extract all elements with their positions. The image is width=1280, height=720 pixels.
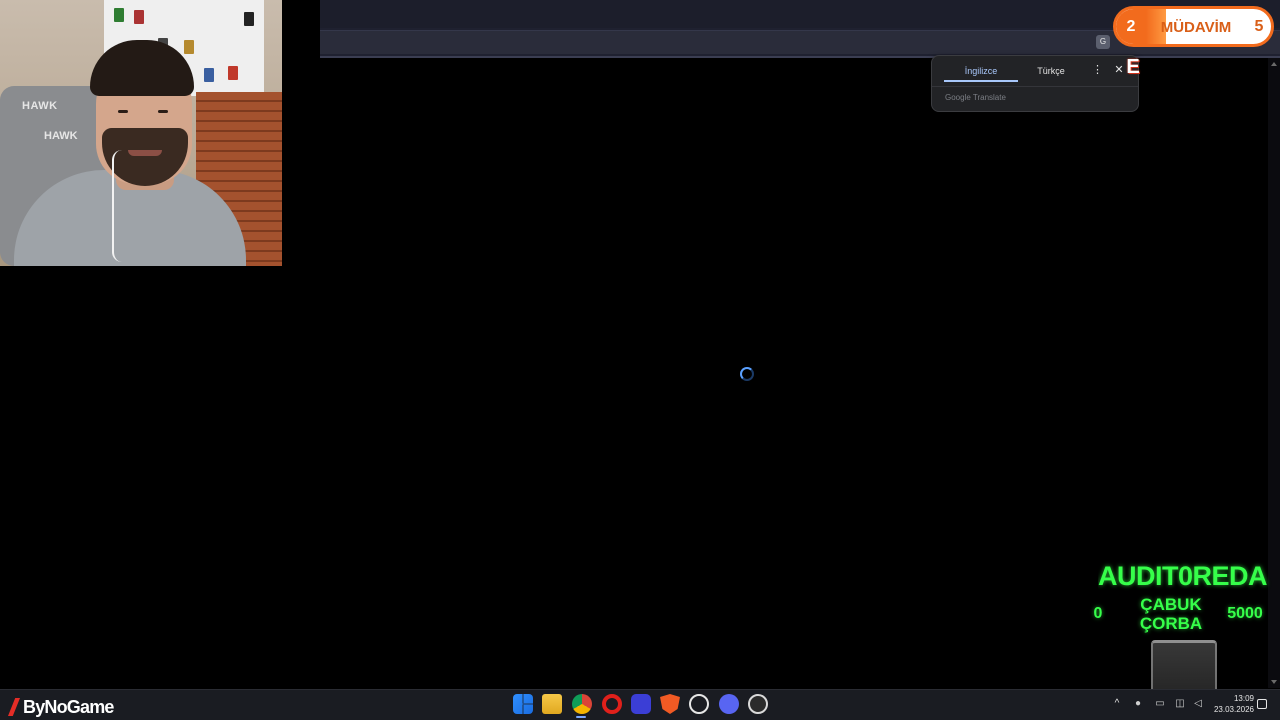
goal-username: AUDIT0REDA	[1098, 561, 1268, 591]
scroll-up-arrow-icon[interactable]	[1271, 62, 1277, 66]
file-explorer-icon[interactable]	[542, 694, 562, 714]
regular-viewer-badge: 2 MÜDAVİM 5	[1113, 6, 1274, 47]
shelf-item	[184, 40, 194, 54]
close-icon[interactable]: ✕	[1113, 62, 1125, 78]
badge-left-number: 2	[1126, 18, 1136, 35]
bynogame-logo: ByNoGame	[8, 696, 120, 718]
shelf-item	[244, 12, 254, 26]
overlay-letter: E	[1126, 56, 1140, 78]
active-app-indicator	[576, 716, 586, 718]
notification-icon[interactable]	[1257, 699, 1267, 709]
more-options-icon[interactable]: ⋮	[1092, 62, 1103, 78]
chatgpt-icon[interactable]	[689, 694, 709, 714]
clock-date[interactable]: 23.03.2026	[1206, 704, 1254, 716]
badge-name: MÜDAVİM	[1160, 19, 1232, 36]
goal-title: ÇABUK ÇORBA	[1128, 595, 1214, 635]
translate-icon[interactable]: G	[1096, 35, 1110, 49]
page-scrollbar[interactable]	[1268, 58, 1280, 688]
opera-icon[interactable]	[602, 694, 622, 714]
app-f-icon[interactable]	[631, 694, 651, 714]
microphone-icon[interactable]: ●	[1132, 698, 1144, 710]
screen: G HAWK HAWK İngilizce Türkçe ⋮ ✕ Google …	[0, 0, 1280, 720]
tray-chevron-icon[interactable]: ^	[1110, 697, 1124, 711]
chair-logo: HAWK	[22, 100, 58, 112]
webcam-person-mouth	[128, 150, 162, 156]
shelf-item	[114, 8, 124, 22]
obs-icon[interactable]	[748, 694, 768, 714]
scroll-down-arrow-icon[interactable]	[1271, 680, 1277, 684]
translate-divider	[932, 86, 1138, 87]
battery-icon[interactable]: ▭	[1154, 698, 1166, 710]
webcam-overlay: HAWK HAWK	[0, 0, 282, 266]
loading-spinner-icon	[740, 367, 754, 381]
bynogame-logo-text: ByNoGame	[23, 697, 114, 717]
shelf-item	[228, 66, 238, 80]
webcam-person-eye	[158, 110, 168, 113]
chrome-icon[interactable]	[572, 694, 592, 714]
badge-right-number: 5	[1254, 18, 1264, 35]
goal-title-line: ÇABUK	[1140, 595, 1202, 614]
translate-popup: İngilizce Türkçe ⋮ ✕ Google Translate	[931, 55, 1139, 112]
bynogame-mark-icon	[8, 698, 20, 716]
shelf-item	[134, 10, 144, 24]
goal-title-line: ÇORBA	[1139, 614, 1203, 633]
chair-logo: HAWK	[44, 130, 78, 142]
shelf-item	[204, 68, 214, 82]
translate-brand-label: Google Translate	[945, 93, 1006, 102]
translate-tab-target[interactable]: Türkçe	[1022, 64, 1080, 82]
webcam-earphone-cable	[112, 150, 128, 262]
goal-start-value: 0	[1093, 605, 1103, 622]
translate-tab-source[interactable]: İngilizce	[944, 64, 1018, 82]
goal-end-value: 5000	[1227, 605, 1263, 622]
discord-icon[interactable]	[719, 694, 739, 714]
network-icon[interactable]: ◫	[1174, 698, 1186, 710]
volume-icon[interactable]: ◁	[1192, 698, 1204, 710]
webcam-person-eye	[118, 110, 128, 113]
